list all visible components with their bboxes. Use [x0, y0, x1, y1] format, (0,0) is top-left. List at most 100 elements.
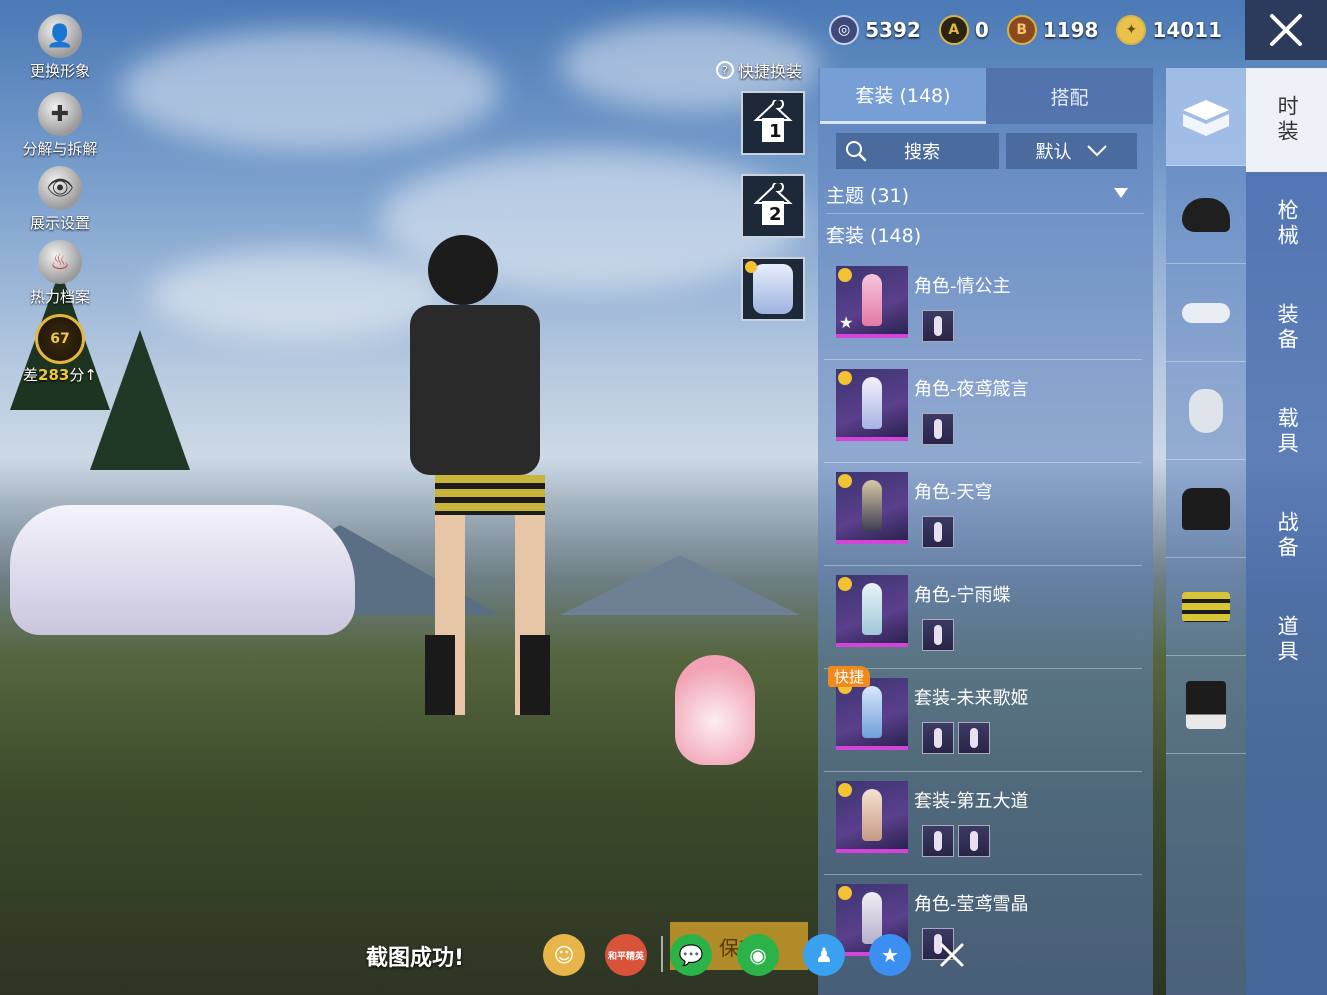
item-thumbnail: [836, 678, 908, 750]
pet-companion: [675, 655, 755, 765]
divider: [661, 936, 663, 972]
close-icon: [940, 943, 964, 967]
uc-coin-icon: ◎: [829, 15, 860, 45]
list-item[interactable]: 角色-宁雨蝶: [824, 567, 1142, 669]
tab-items[interactable]: 道具: [1246, 588, 1327, 692]
item-part-thumbnail: [922, 722, 954, 754]
theme-section-header[interactable]: 主题 (31): [826, 176, 1144, 214]
currency-uc[interactable]: ◎ 5392: [829, 15, 921, 45]
tab-match[interactable]: 搭配: [986, 68, 1153, 124]
tab-gear[interactable]: 战备: [1246, 484, 1327, 588]
character-tag-icon: [838, 886, 852, 900]
screenshot-success-toast: 截图成功!: [366, 946, 465, 971]
peace-elite-logo-icon: 和平精英: [607, 951, 644, 962]
currency-ticket[interactable]: ✦ 14011: [1116, 15, 1222, 45]
mask-icon: [1189, 388, 1223, 433]
smiley-tag-icon: [838, 783, 852, 797]
item-part-thumbnail: [922, 825, 954, 857]
rank-progress-text: 差283分↑: [23, 366, 97, 384]
share-moments-button[interactable]: ◉: [737, 934, 779, 976]
shorts-icon: [1182, 591, 1230, 622]
cap-icon: [1182, 197, 1230, 232]
close-button[interactable]: [1245, 0, 1327, 60]
category-suit[interactable]: [1166, 68, 1246, 166]
category-top[interactable]: [1166, 460, 1246, 558]
character-model: [410, 235, 580, 775]
category-sidebar: [1166, 68, 1246, 995]
ag-coin-icon: A: [938, 15, 969, 45]
eye-icon: 👁: [38, 166, 82, 210]
bp-coin-icon: B: [1006, 15, 1037, 45]
aperture-icon: ◉: [749, 943, 767, 967]
share-wechat-button[interactable]: 💬: [670, 934, 712, 976]
quick-outfit-title: ? 快捷换装: [716, 58, 802, 82]
close-icon: [1270, 14, 1302, 46]
currency-bar: ◎ 5392 A 0 B 1198 ✦ 14011: [829, 10, 1222, 50]
puzzle-piece-icon: ✚: [38, 92, 82, 136]
item-part-thumbnail: [958, 722, 990, 754]
currency-ag[interactable]: A 0: [938, 15, 989, 45]
qq-penguin-icon: ♟: [815, 943, 833, 967]
character-tag-icon: [838, 268, 852, 282]
flame-icon: ♨: [38, 240, 82, 284]
category-hat[interactable]: [1166, 166, 1246, 264]
category-mask[interactable]: [1166, 362, 1246, 460]
outfit-thumbnail: [753, 264, 793, 314]
disassemble-button[interactable]: ✚ 分解与拆解: [14, 92, 106, 159]
suit-box-icon: [1183, 99, 1229, 136]
chevron-down-icon: [1086, 145, 1107, 157]
tab-fashion[interactable]: 时装: [1246, 68, 1327, 172]
quick-outfit-slot-3[interactable]: [741, 257, 805, 321]
smiley-tag-icon: [745, 261, 757, 273]
share-friend-button[interactable]: ☺: [543, 934, 585, 976]
share-qzone-button[interactable]: ★: [869, 934, 911, 976]
person-circle-icon: ☺: [553, 943, 575, 967]
share-peace-elite-button[interactable]: 和平精英: [605, 934, 647, 976]
ticket-coin-icon: ✦: [1116, 15, 1147, 45]
item-thumbnail: [836, 369, 908, 441]
suit-section-header: 套装 (148): [826, 224, 922, 247]
rank-badge-button[interactable]: 67 差283分↑: [14, 314, 106, 385]
item-thumbnail: ★: [836, 266, 908, 338]
list-item[interactable]: 角色-天穹: [824, 464, 1142, 566]
jacket-icon: [1182, 487, 1230, 530]
help-icon[interactable]: ?: [716, 61, 734, 79]
character-tag-icon: [838, 577, 852, 591]
sort-dropdown[interactable]: 默认: [1006, 133, 1137, 169]
search-icon: [846, 141, 867, 162]
category-shoes[interactable]: [1166, 656, 1246, 754]
category-glasses[interactable]: [1166, 264, 1246, 362]
search-input[interactable]: 搜索: [836, 133, 999, 169]
tab-suits[interactable]: 套装 (148): [820, 68, 986, 124]
list-item[interactable]: ★ 角色-情公主: [824, 258, 1142, 360]
share-qq-button[interactable]: ♟: [803, 934, 845, 976]
item-thumbnail: [836, 472, 908, 544]
category-bottom[interactable]: [1166, 558, 1246, 656]
list-item[interactable]: 角色-夜鸢箴言: [824, 361, 1142, 463]
item-part-thumbnail: [922, 619, 954, 651]
currency-bp[interactable]: B 1198: [1006, 15, 1098, 45]
main-category-tabs: 时装 枪械 装备 载具 战备 道具: [1246, 68, 1327, 995]
quick-outfit-slot-1[interactable]: 1: [741, 91, 805, 155]
tab-weapons[interactable]: 枪械: [1246, 172, 1327, 276]
quick-badge: 快捷: [828, 666, 871, 687]
quick-outfit-slot-2[interactable]: 2: [741, 174, 805, 238]
item-part-thumbnail: [958, 825, 990, 857]
list-item[interactable]: 快捷 套装-未来歌姬: [824, 666, 1142, 772]
tab-equipment[interactable]: 装备: [1246, 276, 1327, 380]
character-tag-icon: [838, 371, 852, 385]
wechat-icon: 💬: [678, 943, 704, 967]
display-settings-button[interactable]: 👁 展示设置: [14, 166, 106, 233]
item-thumbnail: [836, 575, 908, 647]
goggles-icon: [1182, 302, 1230, 323]
list-item[interactable]: 套装-第五大道: [824, 773, 1142, 875]
close-share-button[interactable]: [931, 934, 973, 976]
heat-archive-button[interactable]: ♨ 热力档案: [14, 240, 106, 307]
item-part-thumbnail: [922, 413, 954, 445]
character-tag-icon: [838, 474, 852, 488]
tab-vehicles[interactable]: 载具: [1246, 380, 1327, 484]
triangle-down-icon: [1114, 188, 1128, 198]
boots-icon: [1186, 680, 1226, 729]
vehicle-model: [10, 505, 355, 635]
change-avatar-button[interactable]: 👤 更换形象: [14, 14, 106, 81]
